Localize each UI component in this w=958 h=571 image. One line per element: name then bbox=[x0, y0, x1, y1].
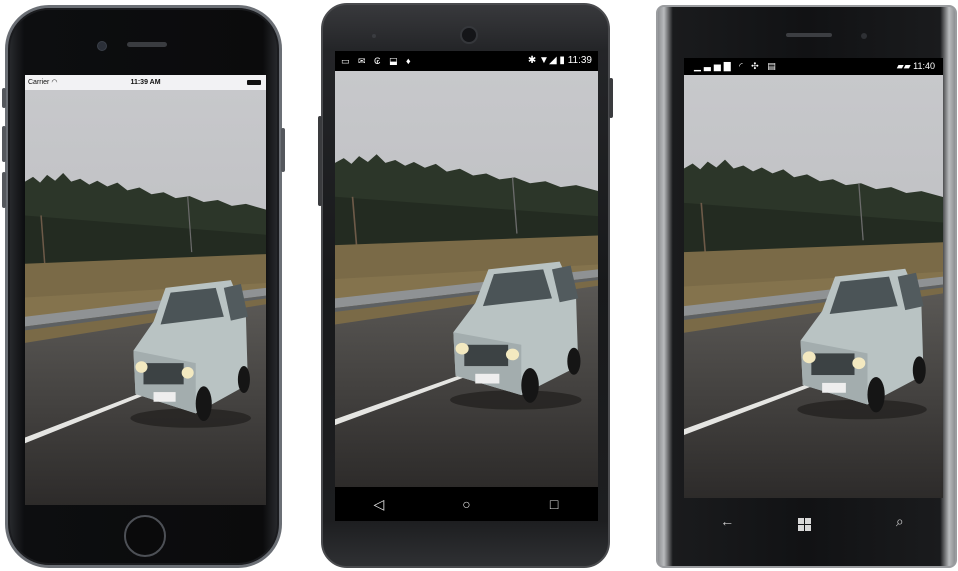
power-button[interactable] bbox=[609, 78, 613, 118]
android-nav-bar: ◁ ○ □ bbox=[335, 487, 598, 521]
volume-up-button[interactable] bbox=[2, 126, 6, 162]
ios-status-bar: Carrier ◠ 11:39 AM bbox=[25, 75, 266, 90]
image-view[interactable] bbox=[25, 90, 266, 505]
back-icon[interactable]: ◁ bbox=[364, 496, 394, 513]
recents-icon[interactable]: □ bbox=[539, 496, 569, 512]
bluetooth-wifi-signal-battery-icons: ✱ ▼◢ ▮ bbox=[527, 55, 565, 66]
windows-phone-screen: ▁▃▅▇ ◜ ✣ ▤ ▰▰ 11:40 bbox=[684, 58, 943, 498]
signal-wifi-icons: ▁▃▅▇ ◜ ✣ ▤ bbox=[694, 61, 779, 71]
battery-icon bbox=[247, 80, 261, 85]
status-time: 11:39 bbox=[567, 55, 592, 66]
iphone-screen: Carrier ◠ 11:39 AM bbox=[25, 75, 266, 505]
home-icon[interactable]: ○ bbox=[451, 496, 481, 512]
android-status-bar: ▭ ✉ ₢ ⬓ ♦ ✱ ▼◢ ▮ 11:39 bbox=[335, 51, 598, 71]
battery-icon: ▰▰ bbox=[896, 61, 911, 71]
system-status-icons: ✱ ▼◢ ▮ 11:39 bbox=[528, 51, 592, 71]
iphone-device: Carrier ◠ 11:39 AM bbox=[2, 5, 285, 568]
wp-status-bar: ▁▃▅▇ ◜ ✣ ▤ ▰▰ 11:40 bbox=[684, 58, 943, 75]
front-camera bbox=[460, 26, 478, 44]
status-time: 11:39 AM bbox=[130, 79, 161, 86]
back-arrow-icon[interactable]: ← bbox=[712, 513, 742, 529]
notification-icons: ▭ ✉ ₢ ⬓ ♦ bbox=[341, 56, 414, 66]
mute-switch[interactable] bbox=[2, 88, 6, 108]
android-screen: ▭ ✉ ₢ ⬓ ♦ ✱ ▼◢ ▮ 11:39 ◁ ○ □ bbox=[335, 51, 598, 521]
image-view[interactable] bbox=[335, 71, 598, 487]
windows-logo-icon[interactable] bbox=[798, 511, 828, 531]
android-device: ▭ ✉ ₢ ⬓ ♦ ✱ ▼◢ ▮ 11:39 ◁ ○ □ bbox=[318, 3, 613, 568]
wp-nav-bar: ← ⌕ bbox=[684, 498, 943, 544]
power-button[interactable] bbox=[281, 128, 285, 172]
image-view[interactable] bbox=[684, 75, 943, 498]
car-photo bbox=[684, 75, 943, 498]
status-time: 11:40 bbox=[913, 61, 935, 71]
search-icon[interactable]: ⌕ bbox=[885, 513, 915, 530]
car-photo bbox=[335, 71, 598, 487]
battery-time: ▰▰ 11:40 bbox=[897, 58, 935, 75]
front-camera bbox=[861, 33, 867, 39]
home-button[interactable] bbox=[124, 515, 166, 557]
earpiece-speaker bbox=[786, 33, 832, 37]
volume-button[interactable] bbox=[318, 116, 322, 206]
front-camera bbox=[97, 41, 107, 51]
car-photo bbox=[25, 90, 266, 505]
proximity-sensor bbox=[372, 34, 376, 38]
volume-down-button[interactable] bbox=[2, 172, 6, 208]
windows-phone-device: ▁▃▅▇ ◜ ✣ ▤ ▰▰ 11:40 ← ⌕ bbox=[656, 5, 957, 568]
earpiece-speaker bbox=[127, 42, 167, 47]
